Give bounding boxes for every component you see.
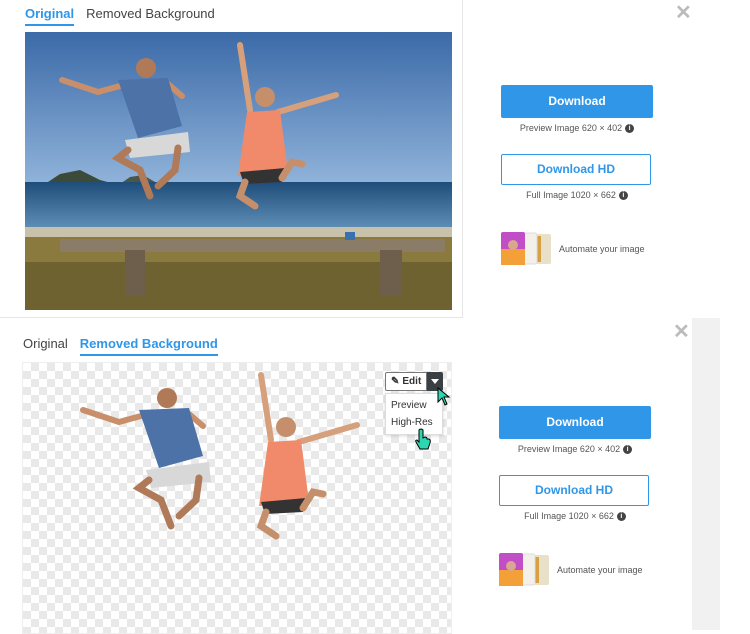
preview-size-text: Preview Image 620 × 402 (517, 444, 621, 454)
automate-link[interactable]: Automate your image (499, 553, 651, 586)
pencil-icon: ✎ (391, 376, 400, 387)
removed-background-actions: Download Preview Image 620 × 402 i Downl… (499, 406, 651, 586)
automate-text: Automate your image (557, 564, 643, 575)
tab-removed-background[interactable]: Removed Background (79, 336, 218, 356)
edit-label: Edit (402, 376, 422, 387)
scrollbar[interactable] (692, 318, 720, 630)
pointer-cursor-icon (415, 428, 431, 450)
arrow-cursor-icon (437, 387, 451, 406)
info-icon[interactable]: i (625, 123, 635, 133)
info-icon[interactable]: i (618, 190, 628, 200)
download-button[interactable]: Download (499, 406, 651, 439)
full-size-text: Full Image 1020 × 662 (526, 190, 616, 200)
top-tabs: Original Removed Background (25, 6, 215, 26)
close-icon[interactable]: ✕ (673, 322, 690, 342)
preview-size-text: Preview Image 620 × 402 (519, 123, 623, 133)
info-icon[interactable]: i (616, 511, 626, 521)
automate-link[interactable]: Automate your image (501, 232, 653, 265)
tab-removed-background[interactable]: Removed Background (86, 6, 215, 26)
download-button[interactable]: Download (501, 85, 653, 118)
edit-button[interactable]: ✎ Edit (385, 372, 428, 391)
preview-size-info: Preview Image 620 × 402 i (501, 123, 653, 133)
automate-thumbnail-icon (501, 232, 553, 265)
automate-text: Automate your image (559, 243, 645, 254)
full-size-info: Full Image 1020 × 662 i (501, 190, 653, 200)
original-panel: Original Removed Background ✕ Download P… (0, 0, 750, 318)
info-icon[interactable]: i (623, 444, 633, 454)
automate-thumbnail-icon (499, 553, 551, 586)
close-icon[interactable]: ✕ (675, 3, 692, 23)
download-hd-button[interactable]: Download HD (501, 154, 651, 185)
original-actions: Download Preview Image 620 × 402 i Downl… (501, 85, 653, 265)
preview-size-info: Preview Image 620 × 402 i (499, 444, 651, 454)
tab-original[interactable]: Original (25, 6, 75, 26)
man-cutout (80, 388, 211, 530)
full-size-text: Full Image 1020 × 662 (524, 511, 614, 521)
download-hd-button[interactable]: Download HD (499, 475, 649, 506)
menu-item-preview[interactable]: Preview (386, 397, 442, 414)
removed-background-panel: Original Removed Background ✕ Download P… (0, 318, 750, 634)
original-photo (25, 32, 452, 310)
woman-cutout (256, 372, 360, 540)
tab-original[interactable]: Original (23, 336, 68, 356)
full-size-info: Full Image 1020 × 662 i (499, 511, 651, 521)
bottom-tabs: Original Removed Background (23, 336, 218, 356)
edit-split-button: ✎ Edit (385, 372, 444, 391)
